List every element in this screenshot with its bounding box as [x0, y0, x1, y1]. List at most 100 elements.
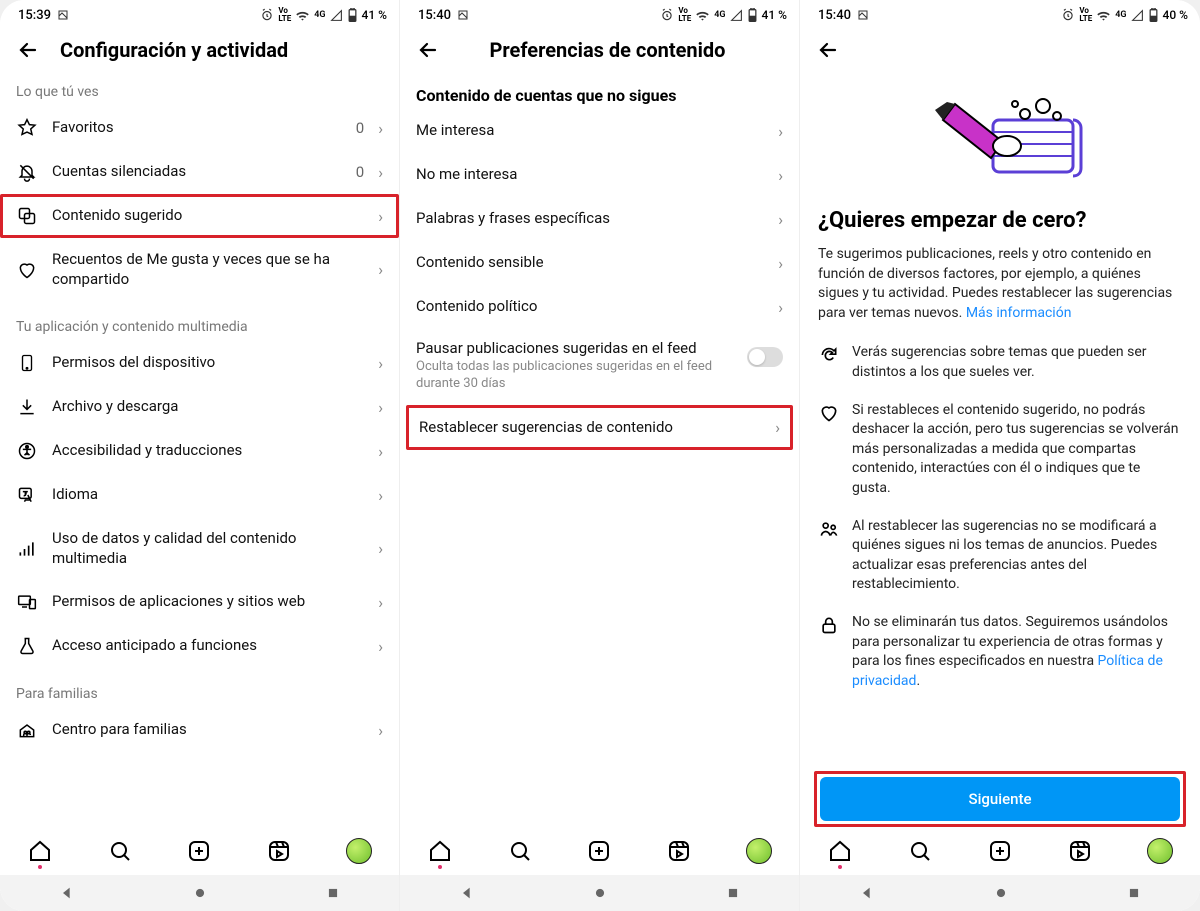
row-device-permissions[interactable]: Permisos del dispositivo ›	[0, 341, 399, 385]
nav-back[interactable]	[59, 885, 75, 901]
chevron-right-icon: ›	[378, 163, 383, 182]
refresh-icon	[818, 343, 840, 382]
chevron-right-icon: ›	[778, 166, 783, 185]
row-label: Centro para familias	[52, 720, 364, 740]
section-what-you-see: Lo que tú ves	[0, 74, 399, 106]
info-new-topics: Verás sugerencias sobre temas que pueden…	[818, 343, 1182, 382]
nav-home[interactable]	[994, 886, 1008, 900]
row-not-interested[interactable]: No me interesa ›	[400, 153, 799, 197]
pause-toggle[interactable]	[747, 347, 783, 367]
chevron-right-icon: ›	[378, 593, 383, 612]
row-like-counts[interactable]: Recuentos de Me gusta y veces que se ha …	[0, 238, 399, 301]
row-label: Contenido político	[416, 297, 764, 317]
row-political-content[interactable]: Contenido político ›	[400, 285, 799, 329]
chevron-right-icon: ›	[378, 207, 383, 226]
status-sync-icon	[857, 9, 869, 21]
net-4g-icon: 4G	[314, 10, 325, 20]
row-specific-words[interactable]: Palabras y frases específicas ›	[400, 197, 799, 241]
row-label: No me interesa	[416, 165, 764, 185]
row-pause-suggested[interactable]: Pausar publicaciones sugeridas en el fee…	[400, 329, 799, 403]
phone-icon	[16, 353, 38, 373]
back-icon[interactable]	[816, 38, 840, 62]
chevron-right-icon: ›	[378, 637, 383, 656]
tab-bar	[800, 827, 1200, 875]
tab-bar	[400, 827, 799, 875]
row-early-access[interactable]: Acceso anticipado a funciones ›	[0, 624, 399, 668]
nav-back[interactable]	[859, 885, 875, 901]
nav-recents[interactable]	[326, 886, 340, 900]
page-title: Configuración y actividad	[60, 38, 383, 62]
chevron-right-icon: ›	[775, 418, 780, 437]
reset-description: Te sugerimos publicaciones, reels y otro…	[818, 245, 1182, 323]
tab-create[interactable]	[185, 837, 213, 865]
back-icon[interactable]	[16, 38, 40, 62]
tab-reels[interactable]	[265, 837, 293, 865]
tab-bar	[0, 827, 399, 875]
row-accessibility[interactable]: Accesibilidad y traducciones ›	[0, 429, 399, 473]
status-bar: 15:39 VoLTE 4G 41	[0, 0, 399, 28]
row-language[interactable]: Idioma ›	[0, 473, 399, 517]
chevron-right-icon: ›	[378, 442, 383, 461]
tab-search[interactable]	[906, 837, 934, 865]
status-time: 15:39	[18, 8, 51, 23]
avatar-icon	[346, 838, 372, 864]
row-favorites[interactable]: Favoritos 0 ›	[0, 106, 399, 150]
cellular-icon	[16, 539, 38, 559]
row-label: Permisos de aplicaciones y sitios web	[52, 592, 364, 612]
signal-icon	[330, 9, 343, 22]
row-archive-download[interactable]: Archivo y descarga ›	[0, 385, 399, 429]
status-sync-icon	[57, 9, 69, 21]
row-muted-accounts[interactable]: Cuentas silenciadas 0 ›	[0, 150, 399, 194]
battery-icon	[347, 8, 358, 23]
pause-title: Pausar publicaciones sugeridas en el fee…	[416, 339, 783, 357]
nav-home[interactable]	[593, 886, 607, 900]
tab-profile[interactable]	[1146, 837, 1174, 865]
row-sensitive-content[interactable]: Contenido sensible ›	[400, 241, 799, 285]
nav-recents[interactable]	[726, 886, 740, 900]
row-interested[interactable]: Me interesa ›	[400, 109, 799, 153]
heart-outline-icon	[818, 401, 840, 499]
tab-profile[interactable]	[345, 837, 373, 865]
row-label: Contenido sugerido	[52, 206, 364, 226]
tab-create[interactable]	[585, 837, 613, 865]
volte-icon: VoLTE	[1079, 7, 1092, 23]
tab-reels[interactable]	[665, 837, 693, 865]
language-icon	[16, 485, 38, 505]
tab-home[interactable]	[826, 837, 854, 865]
tab-create[interactable]	[986, 837, 1014, 865]
signal-icon	[730, 9, 743, 22]
battery-icon	[1148, 8, 1159, 23]
screen-settings: 15:39 VoLTE 4G 41	[0, 0, 400, 911]
row-family-center[interactable]: Centro para familias ›	[0, 708, 399, 752]
more-info-link[interactable]: Más información	[966, 305, 1072, 321]
row-data-quality[interactable]: Uso de datos y calidad del contenido mul…	[0, 517, 399, 580]
screen-content-prefs: 15:40 VoLTE 4G 41 % Preferencias de cont…	[400, 0, 800, 911]
nav-home[interactable]	[193, 886, 207, 900]
android-nav	[400, 875, 799, 911]
row-app-web-permissions[interactable]: Permisos de aplicaciones y sitios web ›	[0, 580, 399, 624]
avatar-icon	[746, 838, 772, 864]
row-label: Restablecer sugerencias de contenido	[419, 418, 761, 438]
info-following-unchanged: Al restablecer las sugerencias no se mod…	[818, 517, 1182, 595]
tab-home[interactable]	[26, 837, 54, 865]
next-button[interactable]: Siguiente	[820, 777, 1180, 821]
row-reset-suggestions[interactable]: Restablecer sugerencias de contenido ›	[406, 405, 793, 451]
nav-back[interactable]	[459, 885, 475, 901]
reset-title: ¿Quieres empezar de cero?	[818, 208, 1182, 233]
tab-profile[interactable]	[745, 837, 773, 865]
row-label: Recuentos de Me gusta y veces que se ha …	[52, 250, 364, 289]
wifi-icon	[1096, 8, 1111, 23]
tab-reels[interactable]	[1066, 837, 1094, 865]
row-label: Me interesa	[416, 121, 764, 141]
tab-search[interactable]	[506, 837, 534, 865]
chevron-right-icon: ›	[378, 398, 383, 417]
row-label: Contenido sensible	[416, 253, 764, 273]
tab-home[interactable]	[426, 837, 454, 865]
row-label: Idioma	[52, 485, 364, 505]
row-suggested-content[interactable]: Contenido sugerido ›	[0, 194, 399, 238]
page-title: Preferencias de contenido	[432, 38, 783, 62]
header: Configuración y actividad	[0, 28, 399, 74]
tab-search[interactable]	[106, 837, 134, 865]
nav-recents[interactable]	[1127, 886, 1141, 900]
header	[800, 28, 1200, 62]
